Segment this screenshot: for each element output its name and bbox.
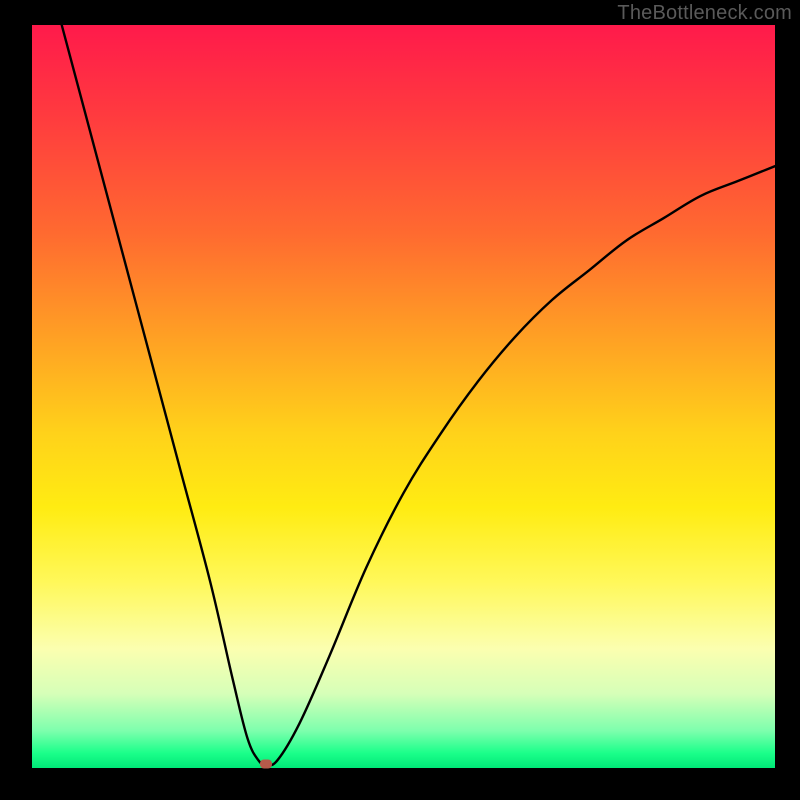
optimal-point-marker — [260, 760, 272, 769]
watermark-text: TheBottleneck.com — [617, 2, 792, 25]
chart-frame: TheBottleneck.com — [0, 0, 800, 800]
bottleneck-curve — [32, 25, 775, 768]
plot-area — [32, 25, 775, 768]
